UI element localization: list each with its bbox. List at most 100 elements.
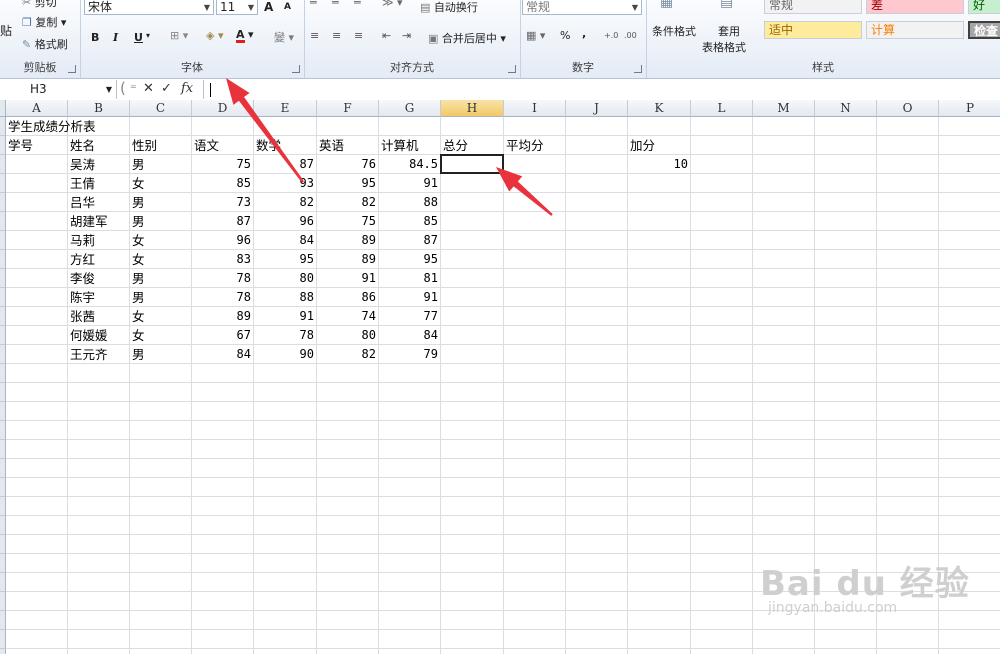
row-header[interactable] bbox=[0, 535, 6, 554]
cell-english[interactable]: 89 bbox=[317, 250, 379, 269]
cell-chinese[interactable]: 84 bbox=[192, 345, 254, 364]
cell-computer[interactable]: 79 bbox=[379, 345, 441, 364]
italic-button[interactable]: I bbox=[113, 31, 118, 44]
font-size-select[interactable]: 11 ▼ bbox=[216, 0, 258, 15]
cell-computer[interactable]: 91 bbox=[379, 174, 441, 193]
decrease-indent-icon[interactable]: ⇤ bbox=[382, 29, 391, 42]
table-format-button-label[interactable]: 表格格式 bbox=[702, 39, 746, 55]
column-header-k[interactable]: K bbox=[628, 100, 691, 117]
cell-math[interactable]: 93 bbox=[254, 174, 317, 193]
cell-english[interactable]: 80 bbox=[317, 326, 379, 345]
phonetic-button[interactable]: 變 ▾ bbox=[274, 29, 294, 45]
cell-math[interactable]: 82 bbox=[254, 193, 317, 212]
cell-chinese[interactable]: 75 bbox=[192, 155, 254, 174]
row-header[interactable] bbox=[0, 592, 6, 611]
cell-english[interactable]: 74 bbox=[317, 307, 379, 326]
row-header[interactable] bbox=[0, 649, 6, 654]
row-header[interactable] bbox=[0, 383, 6, 402]
cell-gender[interactable]: 女 bbox=[130, 231, 194, 250]
column-header-l[interactable]: L bbox=[691, 100, 753, 117]
increase-decimal-icon[interactable]: +.0 bbox=[604, 31, 618, 40]
row-header[interactable] bbox=[0, 516, 6, 535]
header-cell-a[interactable]: 学号 bbox=[6, 136, 70, 155]
name-box[interactable]: H3 ▼ bbox=[0, 80, 117, 99]
style-bad[interactable]: 差 bbox=[866, 0, 964, 14]
cell-english[interactable]: 82 bbox=[317, 345, 379, 364]
enter-icon[interactable]: ✓ bbox=[161, 81, 172, 96]
row-header[interactable] bbox=[0, 440, 6, 459]
copy-button[interactable]: ❐ 复制 ▾ bbox=[22, 14, 66, 30]
cell-math[interactable]: 80 bbox=[254, 269, 317, 288]
table-format-button[interactable]: 套用 bbox=[718, 23, 740, 39]
underline-button[interactable]: U bbox=[134, 31, 143, 44]
number-format-select[interactable]: 常规 ▼ bbox=[522, 0, 642, 15]
cell-name[interactable]: 张茜 bbox=[68, 307, 132, 326]
cell-math[interactable]: 84 bbox=[254, 231, 317, 250]
header-cell-k[interactable]: 加分 bbox=[628, 136, 693, 155]
style-normal[interactable]: 常规 bbox=[764, 0, 862, 14]
cell-english[interactable]: 76 bbox=[317, 155, 379, 174]
row-header[interactable] bbox=[0, 611, 6, 630]
cell-gender[interactable]: 女 bbox=[130, 326, 194, 345]
cell-computer[interactable]: 84.5 bbox=[379, 155, 441, 174]
cell-math[interactable]: 87 bbox=[254, 155, 317, 174]
column-header-b[interactable]: B bbox=[68, 100, 130, 117]
cut-button[interactable]: ✂ 剪切 bbox=[22, 0, 57, 10]
cell-english[interactable]: 86 bbox=[317, 288, 379, 307]
row-header[interactable] bbox=[0, 269, 6, 288]
cell-chinese[interactable]: 83 bbox=[192, 250, 254, 269]
cell-computer[interactable]: 95 bbox=[379, 250, 441, 269]
cell-chinese[interactable]: 85 bbox=[192, 174, 254, 193]
format-painter-button[interactable]: ✎ 格式刷 bbox=[22, 36, 68, 52]
cell-english[interactable]: 95 bbox=[317, 174, 379, 193]
cell-name[interactable]: 方红 bbox=[68, 250, 132, 269]
cell-chinese[interactable]: 73 bbox=[192, 193, 254, 212]
clipboard-launcher-icon[interactable] bbox=[68, 65, 76, 73]
align-center-icon[interactable]: ≡ bbox=[332, 29, 341, 42]
align-right-icon[interactable]: ≡ bbox=[354, 29, 363, 42]
grow-font-button[interactable]: A bbox=[264, 0, 273, 14]
percent-button[interactable]: % bbox=[560, 29, 570, 42]
conditional-format-icon[interactable]: ▦ bbox=[660, 0, 673, 10]
paste-button[interactable]: 贴 bbox=[0, 22, 12, 39]
cell-computer[interactable]: 91 bbox=[379, 288, 441, 307]
row-header[interactable] bbox=[0, 630, 6, 649]
cell-gender[interactable]: 男 bbox=[130, 155, 194, 174]
table-format-icon[interactable]: ▤ bbox=[720, 0, 733, 10]
cell-name[interactable]: 马莉 bbox=[68, 231, 132, 250]
cell-math[interactable]: 95 bbox=[254, 250, 317, 269]
cell-computer[interactable]: 81 bbox=[379, 269, 441, 288]
style-good[interactable]: 好 bbox=[968, 0, 1000, 14]
cell-computer[interactable]: 87 bbox=[379, 231, 441, 250]
align-bottom-icon[interactable]: ═ bbox=[354, 0, 361, 9]
column-header-i[interactable]: I bbox=[504, 100, 566, 117]
alignment-launcher-icon[interactable] bbox=[508, 65, 516, 73]
orientation-icon[interactable]: ≫ ▾ bbox=[382, 0, 403, 9]
cell-gender[interactable]: 女 bbox=[130, 174, 194, 193]
cell-computer[interactable]: 84 bbox=[379, 326, 441, 345]
selected-cell-h3[interactable] bbox=[440, 154, 504, 174]
cell-chinese[interactable]: 96 bbox=[192, 231, 254, 250]
cell-name[interactable]: 何媛媛 bbox=[68, 326, 132, 345]
cell-math[interactable]: 88 bbox=[254, 288, 317, 307]
number-launcher-icon[interactable] bbox=[634, 65, 642, 73]
style-calc[interactable]: 计算 bbox=[866, 21, 964, 39]
cell-computer[interactable]: 85 bbox=[379, 212, 441, 231]
merge-center-button[interactable]: ▣ 合并后居中 ▾ bbox=[428, 30, 506, 46]
cell-chinese[interactable]: 89 bbox=[192, 307, 254, 326]
increase-indent-icon[interactable]: ⇥ bbox=[402, 29, 411, 42]
font-launcher-icon[interactable] bbox=[292, 65, 300, 73]
cell-name[interactable]: 王元齐 bbox=[68, 345, 132, 364]
cell-chinese[interactable]: 67 bbox=[192, 326, 254, 345]
cell-computer[interactable]: 88 bbox=[379, 193, 441, 212]
cell-computer[interactable]: 77 bbox=[379, 307, 441, 326]
chevron-down-icon[interactable]: ▼ bbox=[106, 80, 112, 99]
column-header-p[interactable]: P bbox=[939, 100, 1000, 117]
cell-math[interactable]: 90 bbox=[254, 345, 317, 364]
cell-english[interactable]: 82 bbox=[317, 193, 379, 212]
header-cell-h[interactable]: 总分 bbox=[441, 136, 506, 155]
header-cell-i[interactable]: 平均分 bbox=[504, 136, 568, 155]
header-cell-d[interactable]: 语文 bbox=[192, 136, 256, 155]
row-header[interactable] bbox=[0, 402, 6, 421]
cell-name[interactable]: 吕华 bbox=[68, 193, 132, 212]
